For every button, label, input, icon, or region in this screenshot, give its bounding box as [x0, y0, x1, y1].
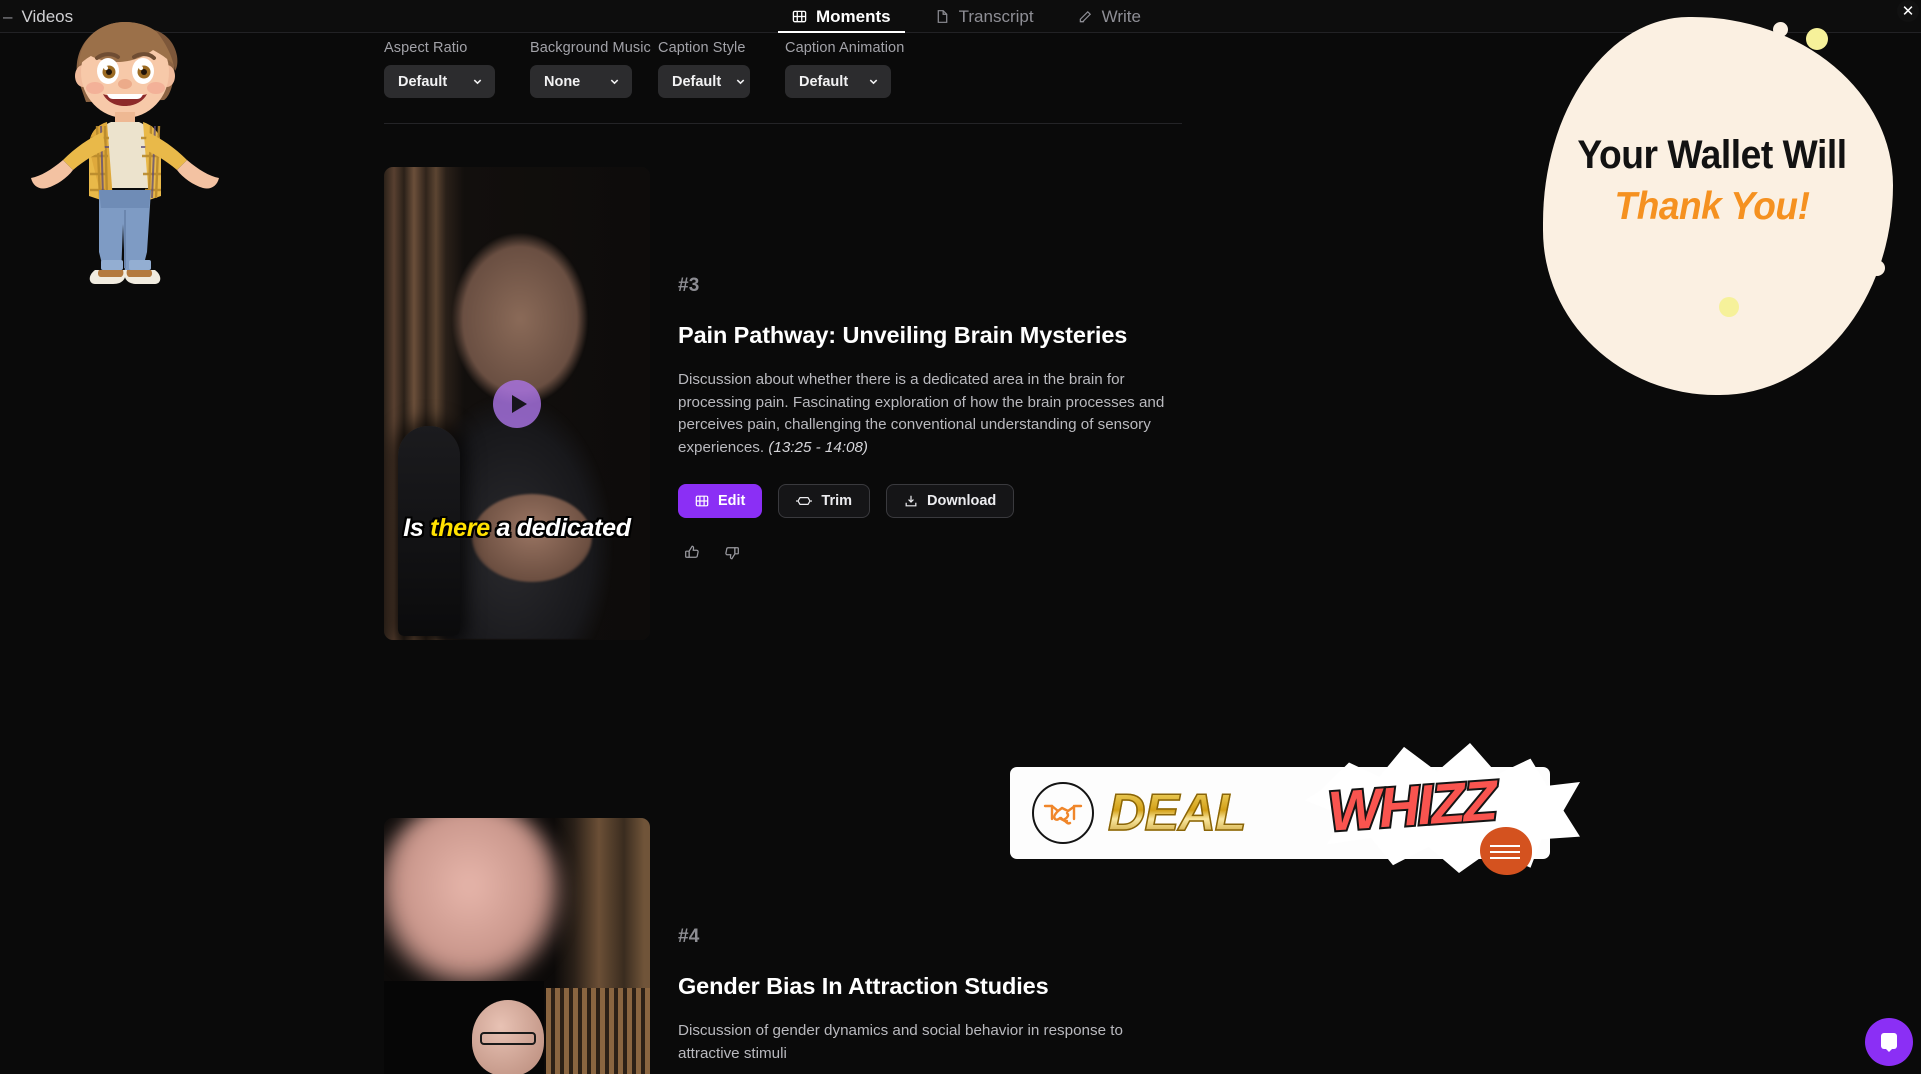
download-button-label: Download	[927, 493, 997, 509]
ad-ball-decor	[1480, 827, 1532, 875]
ad-decor-dot	[1869, 260, 1885, 276]
moment-details: #3 Pain Pathway: Unveiling Brain Mysteri…	[678, 167, 1198, 640]
tab-transcript[interactable]: Transcript	[913, 0, 1056, 33]
background-music-value: None	[544, 73, 581, 90]
feedback-controls	[678, 544, 1198, 566]
chevron-down-icon	[473, 79, 482, 85]
tab-transcript-label: Transcript	[958, 6, 1034, 26]
moment-description-text: Discussion about whether there is a dedi…	[678, 371, 1165, 456]
film-strip-icon	[695, 495, 709, 507]
film-strip-icon	[792, 9, 807, 24]
ad-decor-dot	[1719, 297, 1739, 317]
tab-write-label: Write	[1101, 6, 1141, 26]
wallet-ad-line1: Your Wallet Will	[1577, 133, 1847, 177]
tab-write[interactable]: Write	[1056, 0, 1163, 33]
ad-decor-dot	[1773, 22, 1788, 37]
edit-button-label: Edit	[718, 493, 746, 509]
caption-post: a dedicated	[489, 514, 631, 543]
background-music-select[interactable]: None	[530, 65, 632, 98]
thumbnail-glasses	[480, 1032, 536, 1045]
moment-description: Discussion about whether there is a dedi…	[678, 369, 1178, 459]
moment-description: Discussion of gender dynamics and social…	[678, 1022, 1123, 1062]
tab-moments[interactable]: Moments	[770, 0, 913, 33]
dealwhizz-word-deal: DEAL	[1107, 783, 1247, 843]
dealwhizz-ad-banner[interactable]: DEAL WHIZZ	[1010, 743, 1580, 875]
thumbnail-wood-slats	[546, 988, 650, 1074]
caption-animation-value: Default	[799, 73, 849, 90]
control-caption-style: Caption Style Default	[658, 40, 785, 98]
chat-widget-button[interactable]	[1865, 1018, 1913, 1066]
moment-card: Is there a dedicated #3 Pain Pathway: Un…	[384, 167, 1198, 640]
video-thumbnail[interactable]	[384, 818, 650, 1074]
chat-bubble-icon	[1881, 1033, 1897, 1052]
aspect-ratio-value: Default	[398, 73, 448, 90]
caption-pre: Is	[403, 514, 431, 543]
moment-rank: #4	[678, 926, 700, 947]
ad-decor-dot	[1806, 28, 1828, 50]
control-caption-animation: Caption Animation Default	[785, 40, 904, 98]
moment-title: Gender Bias In Attraction Studies	[678, 973, 1049, 999]
caption-style-select[interactable]: Default	[658, 65, 750, 98]
breadcrumb-dash-icon: –	[3, 7, 13, 26]
control-aspect-ratio-label: Aspect Ratio	[384, 40, 468, 56]
moment-title: Pain Pathway: Unveiling Brain Mysteries	[678, 322, 1128, 348]
trim-button[interactable]: Trim	[778, 484, 871, 518]
moment-timestamp: (13:25 - 14:08)	[768, 438, 868, 456]
moment-rank: #3	[678, 275, 700, 296]
control-caption-style-label: Caption Style	[658, 40, 746, 56]
control-background-music-label: Background Music	[530, 40, 651, 56]
wallet-ad-line2: Thank You!	[1614, 185, 1810, 228]
control-aspect-ratio: Aspect Ratio Default	[384, 40, 530, 98]
pencil-icon	[1078, 9, 1093, 24]
document-icon	[935, 9, 950, 24]
play-button[interactable]	[493, 379, 541, 428]
chevron-down-icon	[736, 79, 745, 85]
control-background-music: Background Music None	[530, 40, 658, 98]
controls-row: Aspect Ratio Default Background Music No…	[384, 40, 1182, 124]
chevron-down-icon	[869, 79, 878, 85]
moment-actions: Edit Trim Download	[678, 484, 1198, 518]
control-caption-animation-label: Caption Animation	[785, 40, 905, 56]
dealwhizz-word-whizz: WHIZZ	[1324, 766, 1499, 845]
caption-highlight: there	[430, 514, 490, 543]
caption-animation-select[interactable]: Default	[785, 65, 891, 98]
chevron-down-icon	[610, 79, 619, 85]
cartoon-boy-illustration	[15, 14, 235, 289]
download-button[interactable]: Download	[886, 484, 1015, 518]
caption-style-value: Default	[672, 73, 722, 90]
tab-moments-label: Moments	[816, 6, 891, 26]
tab-bar: Moments Transcript Write	[770, 0, 1163, 33]
aspect-ratio-select[interactable]: Default	[384, 65, 495, 98]
video-caption: Is there a dedicated	[384, 515, 650, 542]
edit-button[interactable]: Edit	[678, 484, 763, 518]
thumbs-up-icon[interactable]	[684, 544, 701, 566]
trim-icon	[796, 497, 813, 505]
trim-button-label: Trim	[821, 493, 853, 509]
ad-close-icon[interactable]: ✕	[1897, 0, 1919, 22]
handshake-icon	[1032, 782, 1094, 844]
download-icon	[905, 495, 917, 507]
wallet-ad-overlay[interactable]: Your Wallet Will Thank You!	[1521, 5, 1921, 405]
video-thumbnail[interactable]: Is there a dedicated	[384, 167, 650, 640]
thumbs-down-icon[interactable]	[723, 544, 740, 566]
play-icon	[511, 394, 527, 413]
